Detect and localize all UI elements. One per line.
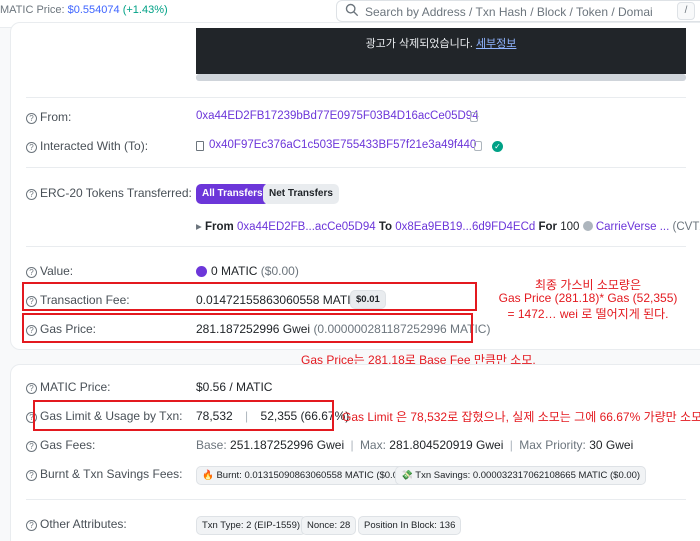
burnt-label: ? Burnt & Txn Savings Fees: bbox=[26, 467, 183, 481]
verified-check-icon: ✓ bbox=[492, 141, 503, 152]
ad-removed-text: 광고가 삭제되었습니다. 세부정보 bbox=[196, 35, 686, 51]
transfer-from-address[interactable]: 0xa44ED2FB...acCe05D94 bbox=[237, 221, 376, 233]
token-transfer-row: ▸ From 0xa44ED2FB...acCe05D94 To 0x8Ea9E… bbox=[196, 219, 700, 233]
value-amount: 0 MATIC ($0.00) bbox=[196, 264, 299, 278]
matic-icon bbox=[196, 266, 207, 277]
help-icon[interactable]: ? bbox=[26, 520, 37, 531]
expand-arrow-icon[interactable]: ▸ bbox=[196, 221, 202, 233]
gas-fees-label: ? Gas Fees: bbox=[26, 438, 95, 452]
ad-banner: 광고가 삭제되었습니다. 세부정보 bbox=[196, 28, 686, 74]
annotation-box-fee bbox=[22, 282, 477, 311]
ad-message: 광고가 삭제되었습니다. bbox=[365, 38, 473, 50]
annotation-box-gas-price bbox=[22, 313, 473, 343]
burnt-badge: 🔥 Burnt: 0.01315090863060558 MATIC ($0.0… bbox=[196, 466, 413, 485]
matic-price-label: ? MATIC Price: bbox=[26, 380, 110, 394]
help-icon[interactable]: ? bbox=[26, 267, 37, 278]
position-in-block-badge: Position In Block: 136 bbox=[358, 516, 462, 535]
search-shortcut-key: / bbox=[677, 2, 695, 20]
to-label: ? Interacted With (To): bbox=[26, 139, 148, 153]
contract-icon bbox=[196, 141, 204, 151]
divider bbox=[26, 499, 686, 500]
max-priority-fee: 30 Gwei bbox=[589, 438, 634, 452]
help-icon[interactable]: ? bbox=[26, 142, 37, 153]
divider bbox=[26, 167, 686, 168]
price-value[interactable]: $0.554074 bbox=[68, 4, 120, 16]
txn-type-badge: Txn Type: 2 (EIP-1559) bbox=[196, 516, 307, 535]
search-icon bbox=[345, 3, 359, 17]
annotation-box-gas-limit bbox=[33, 400, 334, 431]
gas-details-card bbox=[10, 364, 700, 541]
help-icon[interactable]: ? bbox=[26, 441, 37, 452]
help-icon[interactable]: ? bbox=[26, 189, 37, 200]
transfer-to-label: To bbox=[378, 221, 393, 233]
transfer-for-label: For bbox=[538, 221, 558, 233]
search-box[interactable]: Search by Address / Txn Hash / Block / T… bbox=[336, 0, 700, 22]
token-logo-icon bbox=[582, 221, 593, 231]
matic-price-value: $0.56 / MATIC bbox=[196, 380, 273, 394]
divider bbox=[26, 97, 686, 98]
other-attributes-label: ? Other Attributes: bbox=[26, 517, 127, 531]
annotation-gas-limit-note: Gas Limit 은 78,532로 잡혔으나, 실제 소모는 그에 66.6… bbox=[342, 410, 700, 424]
to-address[interactable]: 0x40F97Ec376aC1c503E755433BF57f21e3a49f4… bbox=[209, 139, 476, 151]
nonce-badge: Nonce: 28 bbox=[301, 516, 357, 535]
matic-price-ticker: MATIC Price: $0.554074 (+1.43%) bbox=[0, 4, 168, 16]
divider bbox=[26, 246, 686, 247]
price-label: MATIC Price: bbox=[0, 4, 65, 16]
tab-all-transfers[interactable]: All Transfers bbox=[196, 184, 269, 204]
help-icon[interactable]: ? bbox=[26, 470, 37, 481]
ad-details-link[interactable]: 세부정보 bbox=[476, 38, 516, 50]
search-input[interactable]: Search by Address / Txn Hash / Block / T… bbox=[365, 5, 653, 19]
price-change: (+1.43%) bbox=[122, 4, 168, 16]
max-fee: 281.804520919 Gwei bbox=[389, 438, 504, 452]
transfer-from-label: From bbox=[204, 221, 234, 233]
transfer-to-address[interactable]: 0x8Ea9EB19...6d9FD4ECd bbox=[395, 221, 535, 233]
token-symbol: (CVTX) bbox=[672, 221, 700, 233]
help-icon[interactable]: ? bbox=[26, 113, 37, 124]
txn-savings-badge: 💸 Txn Savings: 0.000032317062108665 MATI… bbox=[395, 466, 647, 485]
value-usd: ($0.00) bbox=[260, 264, 299, 278]
annotation-fee-line2: Gas Price (281.18)* Gas (52,355) bbox=[498, 291, 678, 305]
base-fee: 251.187252996 Gwei bbox=[230, 438, 345, 452]
token-name[interactable]: CarrieVerse ... bbox=[596, 221, 670, 233]
gas-fees-values: Base: 251.187252996 Gwei | Max: 281.8045… bbox=[196, 438, 634, 452]
tab-net-transfers[interactable]: Net Transfers bbox=[263, 184, 339, 204]
from-label: ? From: bbox=[26, 110, 71, 124]
copy-icon[interactable] bbox=[470, 112, 478, 122]
ad-scrollbar[interactable] bbox=[196, 74, 686, 81]
transfer-amount: 100 bbox=[560, 221, 580, 233]
erc20-label: ? ERC-20 Tokens Transferred: bbox=[26, 186, 192, 200]
value-label: ? Value: bbox=[26, 264, 73, 278]
annotation-fee-line3: = 1472… wei 로 떨어지게 된다. bbox=[507, 307, 669, 321]
help-icon[interactable]: ? bbox=[26, 383, 37, 394]
from-address[interactable]: 0xa44ED2FB17239bBd77E0975F03B4D16acCe05D… bbox=[196, 110, 479, 122]
copy-icon[interactable] bbox=[474, 141, 482, 151]
